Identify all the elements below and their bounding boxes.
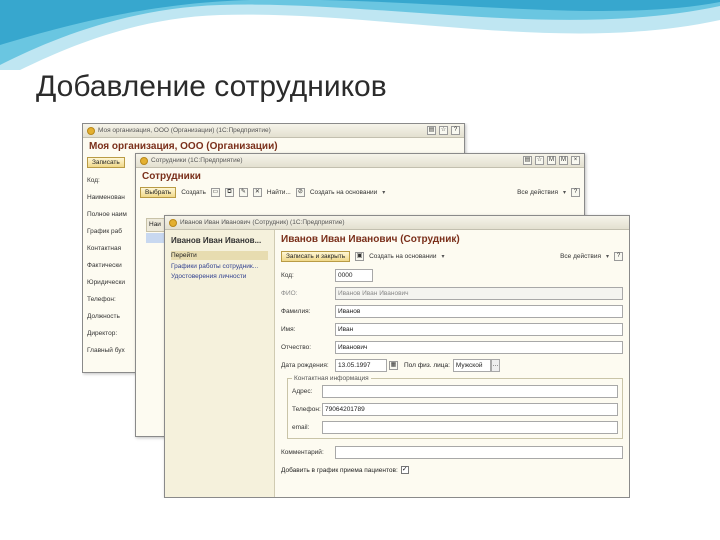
fio-row: ФИО: Иванов Иван Иванович xyxy=(281,284,623,302)
help-icon[interactable]: ? xyxy=(451,126,460,135)
select-more-icon[interactable]: … xyxy=(490,358,500,372)
app-logo-icon xyxy=(140,156,148,165)
create-button[interactable]: Создать xyxy=(181,189,206,196)
doc-icon[interactable]: ▤ xyxy=(427,126,436,135)
create-basis-button[interactable]: Создать на основании xyxy=(310,189,377,196)
decorative-wave xyxy=(0,0,720,70)
find-button[interactable]: Найти... xyxy=(267,189,291,196)
code-input[interactable]: 0000 xyxy=(335,268,373,282)
gender-label: Пол физ. лица: xyxy=(404,361,450,369)
nav-title: Иванов Иван Иванов... xyxy=(171,236,262,245)
calendar-icon[interactable]: ▦ xyxy=(389,360,398,370)
comment-row: Комментарий: xyxy=(281,443,623,461)
employee-form: Иванов Иван Иванович (Сотрудник) Записат… xyxy=(275,230,629,497)
folder-icon[interactable]: ▭ xyxy=(210,188,220,197)
birth-label: Дата рождения: xyxy=(281,361,329,369)
comment-input[interactable] xyxy=(335,445,623,459)
schedule-checkbox-label: Добавить в график приема пациентов: xyxy=(281,466,398,474)
surname-row: Фамилия: Иванов xyxy=(281,302,623,320)
name-label: Имя: xyxy=(281,325,296,333)
nav-item-schedules[interactable]: Графики работы сотрудник... xyxy=(171,263,268,270)
patronymic-row: Отчество: Иванович xyxy=(281,338,623,356)
email-label: email: xyxy=(292,423,310,431)
employee-toolbar: Записать и закрыть ▣ Создать на основани… xyxy=(281,251,623,266)
surname-label: Фамилия: xyxy=(281,307,311,315)
employee-card-titlebar: Иванов Иван Иванович (Сотрудник) (1С:Пре… xyxy=(165,216,629,230)
phone-row: Телефон: 79064201789 xyxy=(292,400,618,418)
star-icon[interactable]: ☆ xyxy=(439,126,448,135)
organization-window-title: Моя организация, ООО (Организации) (1С:П… xyxy=(98,127,271,134)
name-input[interactable]: Иван xyxy=(335,322,623,336)
help-icon[interactable]: ? xyxy=(571,188,580,197)
fio-label: ФИО: xyxy=(281,289,298,297)
organization-titlebar: Моя организация, ООО (Организации) (1С:П… xyxy=(83,124,464,138)
app-logo-icon xyxy=(87,126,95,135)
all-actions-button[interactable]: Все действия xyxy=(560,253,601,260)
chevron-down-icon: ▾ xyxy=(605,254,609,260)
choose-button[interactable]: Выбрать xyxy=(140,187,177,198)
slide-title: Добавление сотрудников xyxy=(36,70,387,103)
copy-icon[interactable]: ⧉ xyxy=(224,188,234,197)
app-logo-icon xyxy=(169,218,177,227)
schedule-checkbox[interactable]: ✓ xyxy=(400,466,409,474)
code-label: Код: xyxy=(281,271,294,279)
employees-toolbar: Выбрать Создать ▭ ⧉ ✎ ✕ Найти... ⊘ Созда… xyxy=(136,185,584,200)
doc-icon[interactable]: ▤ xyxy=(523,156,532,165)
phone-input[interactable]: 79064201789 xyxy=(322,402,618,416)
employees-titlebar: Сотрудники (1С:Предприятие) ▤ ☆ M M × xyxy=(136,154,584,168)
save-icon[interactable]: ▣ xyxy=(355,252,365,261)
address-row: Адрес: xyxy=(292,382,618,400)
name-row: Имя: Иван xyxy=(281,320,623,338)
birth-date-input[interactable]: 13.05.1997 xyxy=(335,358,387,372)
delete-icon[interactable]: ✕ xyxy=(252,188,262,197)
code-row: Код: 0000 xyxy=(281,266,623,284)
email-row: email: xyxy=(292,418,618,436)
memory-m-plus-icon[interactable]: M xyxy=(559,156,568,165)
star-icon[interactable]: ☆ xyxy=(535,156,544,165)
employee-nav-panel: Иванов Иван Иванов... Перейти Графики ра… xyxy=(165,230,275,497)
birth-gender-row: Дата рождения: 13.05.1997 ▦ Пол физ. лиц… xyxy=(281,356,623,374)
patronymic-label: Отчество: xyxy=(281,343,312,351)
selected-row[interactable] xyxy=(146,233,166,243)
create-basis-button[interactable]: Создать на основании xyxy=(369,253,436,260)
save-close-button[interactable]: Записать и закрыть xyxy=(281,251,351,262)
patronymic-input[interactable]: Иванович xyxy=(335,340,623,354)
edit-icon[interactable]: ✎ xyxy=(238,188,248,197)
column-header: Наи xyxy=(146,218,166,232)
email-input[interactable] xyxy=(322,420,618,434)
comment-label: Комментарий: xyxy=(281,448,324,456)
chevron-down-icon: ▾ xyxy=(441,254,445,260)
schedule-checkbox-row: Добавить в график приема пациентов: ✓ xyxy=(281,461,623,479)
address-label: Адрес: xyxy=(292,387,313,395)
contacts-title: Контактная информация xyxy=(292,375,371,382)
nav-item-id-documents[interactable]: Удостоверения личности xyxy=(171,273,268,280)
fio-input[interactable]: Иванов Иван Иванович xyxy=(335,286,623,300)
gender-select[interactable]: Мужской xyxy=(452,358,491,372)
close-icon[interactable]: × xyxy=(571,156,580,165)
contacts-group: Контактная информация Адрес: Телефон: 79… xyxy=(287,375,623,439)
memory-m-icon[interactable]: M xyxy=(547,156,556,165)
chevron-down-icon: ▾ xyxy=(562,190,566,196)
chevron-down-icon: ▾ xyxy=(382,190,386,196)
employee-card-window-title: Иванов Иван Иванович (Сотрудник) (1С:Пре… xyxy=(180,219,345,226)
phone-label: Телефон: xyxy=(292,405,321,413)
save-button[interactable]: Записать xyxy=(87,157,125,168)
employees-window-title: Сотрудники (1С:Предприятие) xyxy=(151,157,243,164)
address-input[interactable] xyxy=(322,384,618,398)
screenshot-area: Моя организация, ООО (Организации) (1С:П… xyxy=(82,123,630,498)
all-actions-button[interactable]: Все действия xyxy=(517,189,558,196)
surname-input[interactable]: Иванов xyxy=(335,304,623,318)
employee-header: Иванов Иван Иванович (Сотрудник) xyxy=(281,234,460,245)
employees-header: Сотрудники xyxy=(142,171,201,182)
employee-card-window: Иванов Иван Иванович (Сотрудник) (1С:Пре… xyxy=(164,215,630,498)
clear-filter-icon[interactable]: ⊘ xyxy=(295,188,305,197)
nav-item-go[interactable]: Перейти xyxy=(171,251,268,260)
help-icon[interactable]: ? xyxy=(614,252,623,261)
